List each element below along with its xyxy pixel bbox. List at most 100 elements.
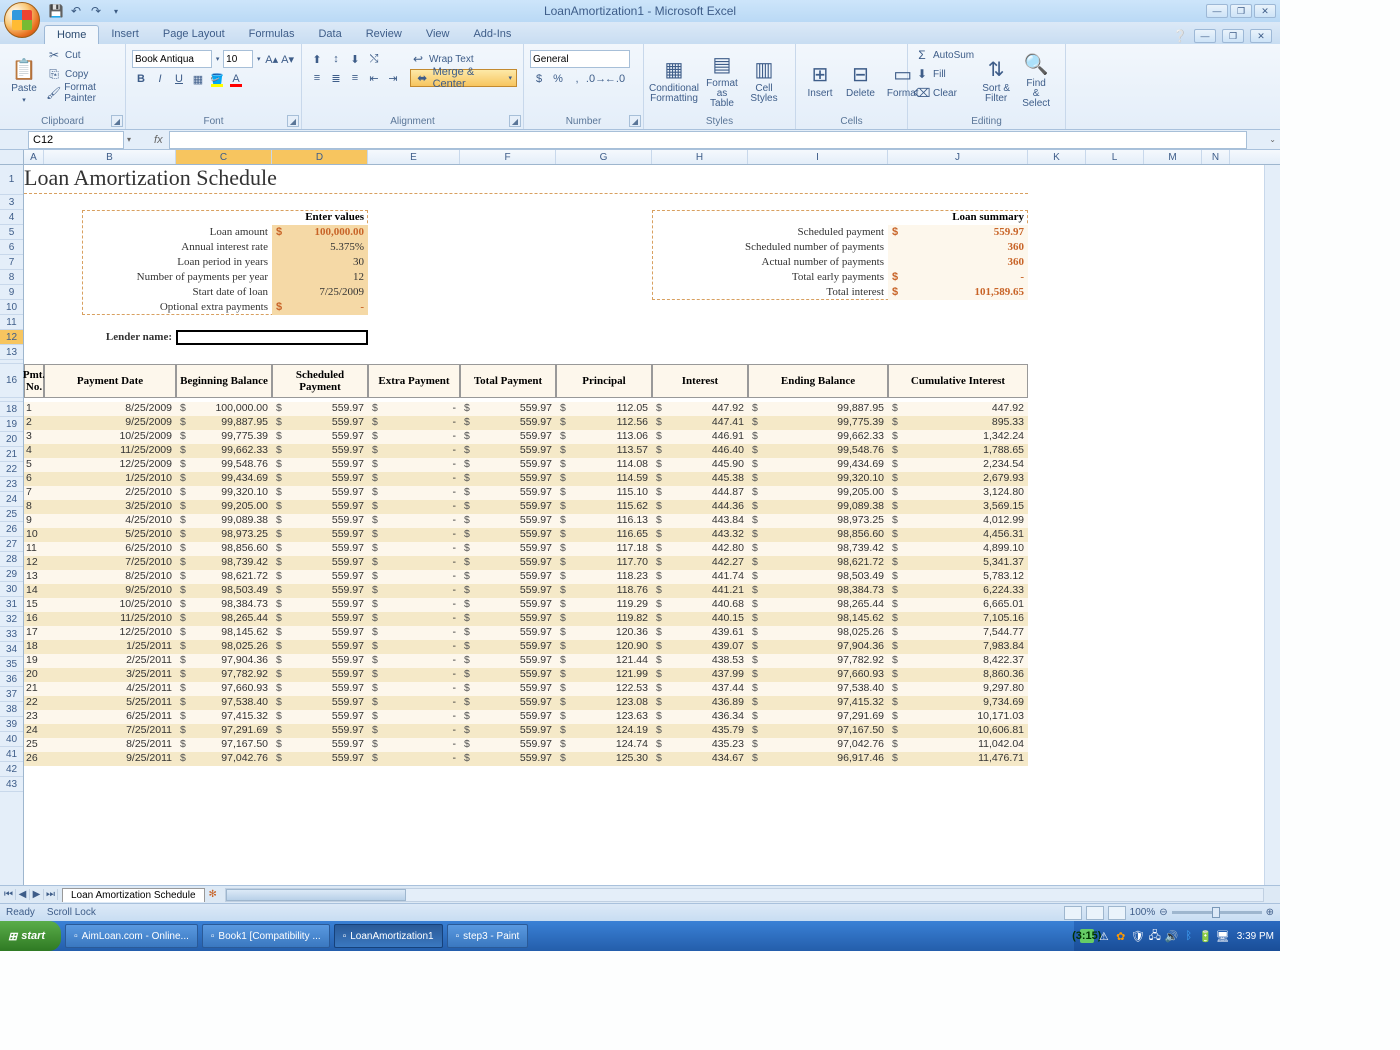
col-header-D[interactable]: D (272, 150, 368, 164)
tray-time-badge[interactable]: (3:15) (1080, 929, 1094, 943)
col-header-J[interactable]: J (888, 150, 1028, 164)
row-header[interactable]: 34 (0, 642, 23, 657)
indent-increase-icon[interactable]: ⇥ (384, 69, 402, 87)
row-header[interactable]: 1 (0, 165, 23, 195)
input-value[interactable]: $100,000.00 (272, 225, 368, 240)
tab-formulas[interactable]: Formulas (237, 25, 307, 44)
row-header[interactable]: 10 (0, 300, 23, 315)
sort-filter-button[interactable]: ⇅Sort & Filter (978, 46, 1014, 115)
tray-battery-icon[interactable]: 🔋 (1199, 929, 1213, 943)
zoom-slider[interactable] (1172, 911, 1262, 914)
tray-volume-icon[interactable]: 🔊 (1165, 929, 1179, 943)
row-header[interactable]: 35 (0, 657, 23, 672)
table-row[interactable]: 247/25/2011$97,291.69$559.97$-$559.97$12… (24, 724, 1028, 738)
page-break-view-icon[interactable] (1108, 906, 1126, 920)
row-header[interactable]: 43 (0, 777, 23, 792)
fill-color-button[interactable]: 🪣 (208, 70, 226, 88)
clear-button[interactable]: ⌫Clear (914, 84, 974, 102)
table-row[interactable]: 1510/25/2010$98,384.73$559.97$-$559.97$1… (24, 598, 1028, 612)
cut-button[interactable]: ✂Cut (46, 46, 119, 64)
col-header-I[interactable]: I (748, 150, 888, 164)
row-header[interactable]: 23 (0, 477, 23, 492)
table-row[interactable]: 1712/25/2010$98,145.62$559.97$-$559.97$1… (24, 626, 1028, 640)
col-header-H[interactable]: H (652, 150, 748, 164)
delete-cells-button[interactable]: ⊟Delete (842, 46, 879, 115)
row-header[interactable]: 31 (0, 597, 23, 612)
tab-page-layout[interactable]: Page Layout (151, 25, 237, 44)
row-header[interactable]: 42 (0, 762, 23, 777)
input-value[interactable]: 12 (272, 270, 368, 285)
find-select-button[interactable]: 🔍Find & Select (1018, 46, 1054, 115)
col-header-F[interactable]: F (460, 150, 556, 164)
table-header[interactable]: Principal (556, 364, 652, 398)
table-row[interactable]: 214/25/2011$97,660.93$559.97$-$559.97$12… (24, 682, 1028, 696)
input-value[interactable]: 30 (272, 255, 368, 270)
row-header[interactable]: 26 (0, 522, 23, 537)
table-row[interactable]: 236/25/2011$97,415.32$559.97$-$559.97$12… (24, 710, 1028, 724)
align-middle-icon[interactable]: ↕ (327, 50, 345, 68)
shrink-font-icon[interactable]: A▾ (280, 50, 295, 68)
office-button[interactable] (4, 2, 40, 38)
page-layout-view-icon[interactable] (1086, 906, 1104, 920)
underline-button[interactable]: U (170, 70, 188, 88)
formula-bar[interactable] (169, 131, 1248, 149)
sheet-tab[interactable]: Loan Amortization Schedule (62, 888, 205, 902)
tray-clock[interactable]: 3:39 PM (1237, 931, 1274, 942)
taskbar-task[interactable]: ▫AimLoan.com - Online... (65, 924, 198, 948)
row-header[interactable]: 22 (0, 462, 23, 477)
row-header[interactable]: 33 (0, 627, 23, 642)
row-header[interactable]: 3 (0, 195, 23, 210)
help-icon[interactable]: ❔ (1172, 28, 1188, 44)
table-row[interactable]: 61/25/2010$99,434.69$559.97$-$559.97$114… (24, 472, 1028, 486)
table-row[interactable]: 29/25/2009$99,887.95$559.97$-$559.97$112… (24, 416, 1028, 430)
row-header[interactable]: 32 (0, 612, 23, 627)
undo-icon[interactable]: ↶ (68, 3, 84, 19)
font-name-select[interactable] (132, 50, 212, 68)
start-button[interactable]: ⊞start (0, 921, 61, 951)
autosum-button[interactable]: ΣAutoSum (914, 46, 974, 64)
table-row[interactable]: 1611/25/2010$98,265.44$559.97$-$559.97$1… (24, 612, 1028, 626)
table-row[interactable]: 258/25/2011$97,167.50$559.97$-$559.97$12… (24, 738, 1028, 752)
decrease-decimal-icon[interactable]: ←.0 (606, 70, 624, 88)
sheet-nav-next-icon[interactable]: ▶ (30, 889, 44, 900)
row-header[interactable]: 40 (0, 732, 23, 747)
tray-warning-icon[interactable]: ⚠ (1097, 929, 1111, 943)
table-row[interactable]: 18/25/2009$100,000.00$559.97$-$559.97$11… (24, 402, 1028, 416)
font-size-select[interactable] (223, 50, 253, 68)
table-row[interactable]: 94/25/2010$99,089.38$559.97$-$559.97$116… (24, 514, 1028, 528)
row-header[interactable]: 9 (0, 285, 23, 300)
table-row[interactable]: 225/25/2011$97,538.40$559.97$-$559.97$12… (24, 696, 1028, 710)
conditional-formatting-button[interactable]: ▦Conditional Formatting (650, 46, 698, 115)
table-header[interactable]: Interest (652, 364, 748, 398)
row-header[interactable]: 41 (0, 747, 23, 762)
table-row[interactable]: 138/25/2010$98,621.72$559.97$-$559.97$11… (24, 570, 1028, 584)
row-header[interactable]: 13 (0, 345, 23, 360)
merge-center-button[interactable]: ⬌Merge & Center▾ (410, 69, 517, 87)
row-header[interactable]: 5 (0, 225, 23, 240)
row-header[interactable]: 19 (0, 417, 23, 432)
align-center-icon[interactable]: ≣ (327, 69, 345, 87)
row-header[interactable]: 7 (0, 255, 23, 270)
clipboard-launcher[interactable]: ◢ (111, 115, 123, 127)
italic-button[interactable]: I (151, 70, 169, 88)
table-header[interactable]: Cumulative Interest (888, 364, 1028, 398)
row-header[interactable]: 27 (0, 537, 23, 552)
name-box[interactable]: C12 (28, 131, 124, 149)
comma-icon[interactable]: , (568, 70, 586, 88)
tab-view[interactable]: View (414, 25, 462, 44)
alignment-launcher[interactable]: ◢ (509, 115, 521, 127)
number-format-select[interactable] (530, 50, 630, 68)
format-painter-button[interactable]: 🖌Format Painter (46, 84, 119, 102)
new-sheet-icon[interactable]: ✻ (209, 889, 217, 900)
close-button[interactable]: ✕ (1254, 4, 1276, 18)
row-header[interactable]: 29 (0, 567, 23, 582)
align-left-icon[interactable]: ≡ (308, 69, 326, 87)
active-cell[interactable] (176, 330, 368, 345)
table-header[interactable]: Ending Balance (748, 364, 888, 398)
table-row[interactable]: 72/25/2010$99,320.10$559.97$-$559.97$115… (24, 486, 1028, 500)
table-row[interactable]: 105/25/2010$98,973.25$559.97$-$559.97$11… (24, 528, 1028, 542)
row-header[interactable]: 39 (0, 717, 23, 732)
row-header[interactable]: 21 (0, 447, 23, 462)
table-row[interactable]: 269/25/2011$97,042.76$559.97$-$559.97$12… (24, 752, 1028, 766)
table-header[interactable]: Payment Date (44, 364, 176, 398)
